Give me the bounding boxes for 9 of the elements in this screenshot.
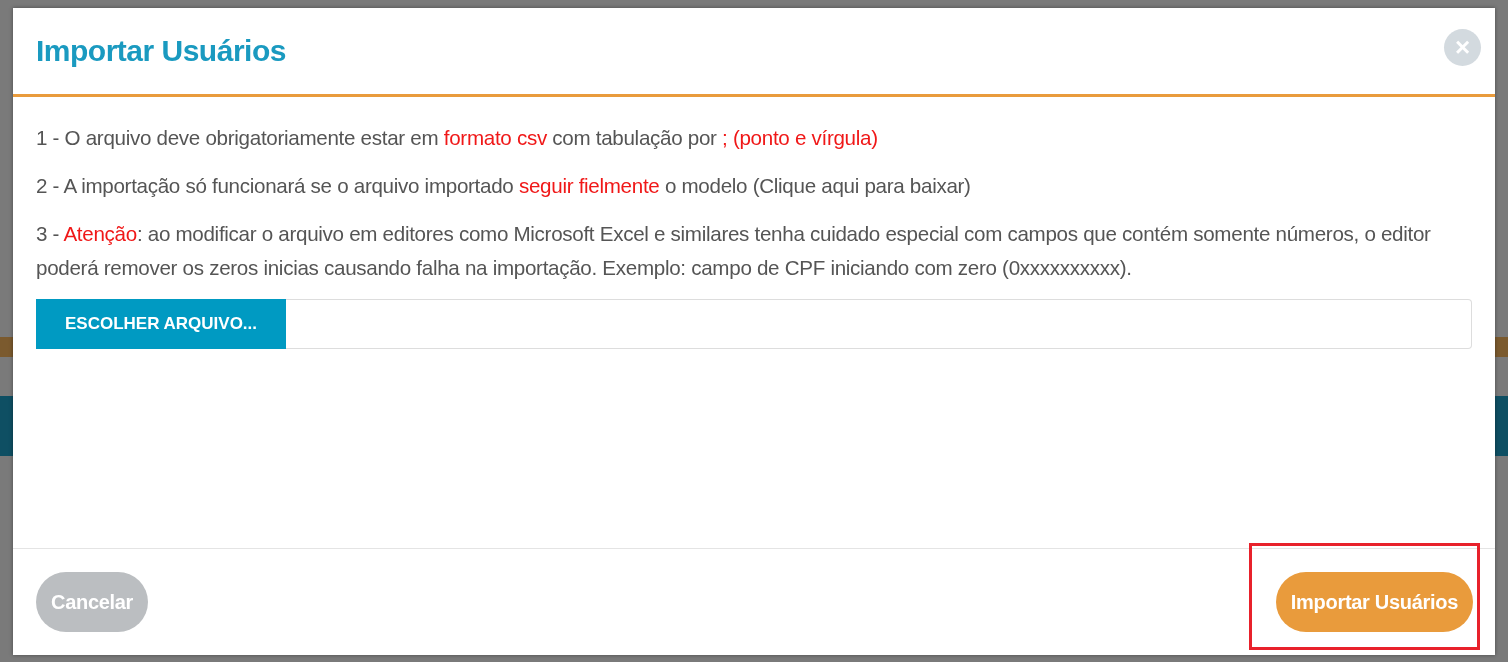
instruction-text: 2 - A importação só funcionará se o arquivo importado seguir fielmente o modelo (Clique aqui para baixar) <box>36 173 972 199</box>
cancel-button[interactable]: Cancelar <box>36 572 149 632</box>
close-button[interactable]: × <box>1444 28 1481 66</box>
import-button[interactable]: Importar Usuários <box>1275 572 1473 632</box>
instruction-text: 1 - O arquivo deve obrigatoriamente estar em formato csv com tabulação por ; (ponto e vírgula) <box>36 125 879 151</box>
file-name-field[interactable] <box>286 299 1472 349</box>
instruction-text: 3 - Atenção: ao modificar o arquivo em editores como Microsoft Excel e similares tenha cuidado especial com campos que contém somente números, o editor poderá remover os zeros inicias causando falha na importação. Exemplo: campo de CPF iniciando com zero (0xxxxxxxxxx). <box>36 221 1432 281</box>
choose-file-button[interactable]: ESCOLHER ARQUIVO... <box>36 299 286 349</box>
dialog-title: Importar Usuários <box>36 34 286 68</box>
